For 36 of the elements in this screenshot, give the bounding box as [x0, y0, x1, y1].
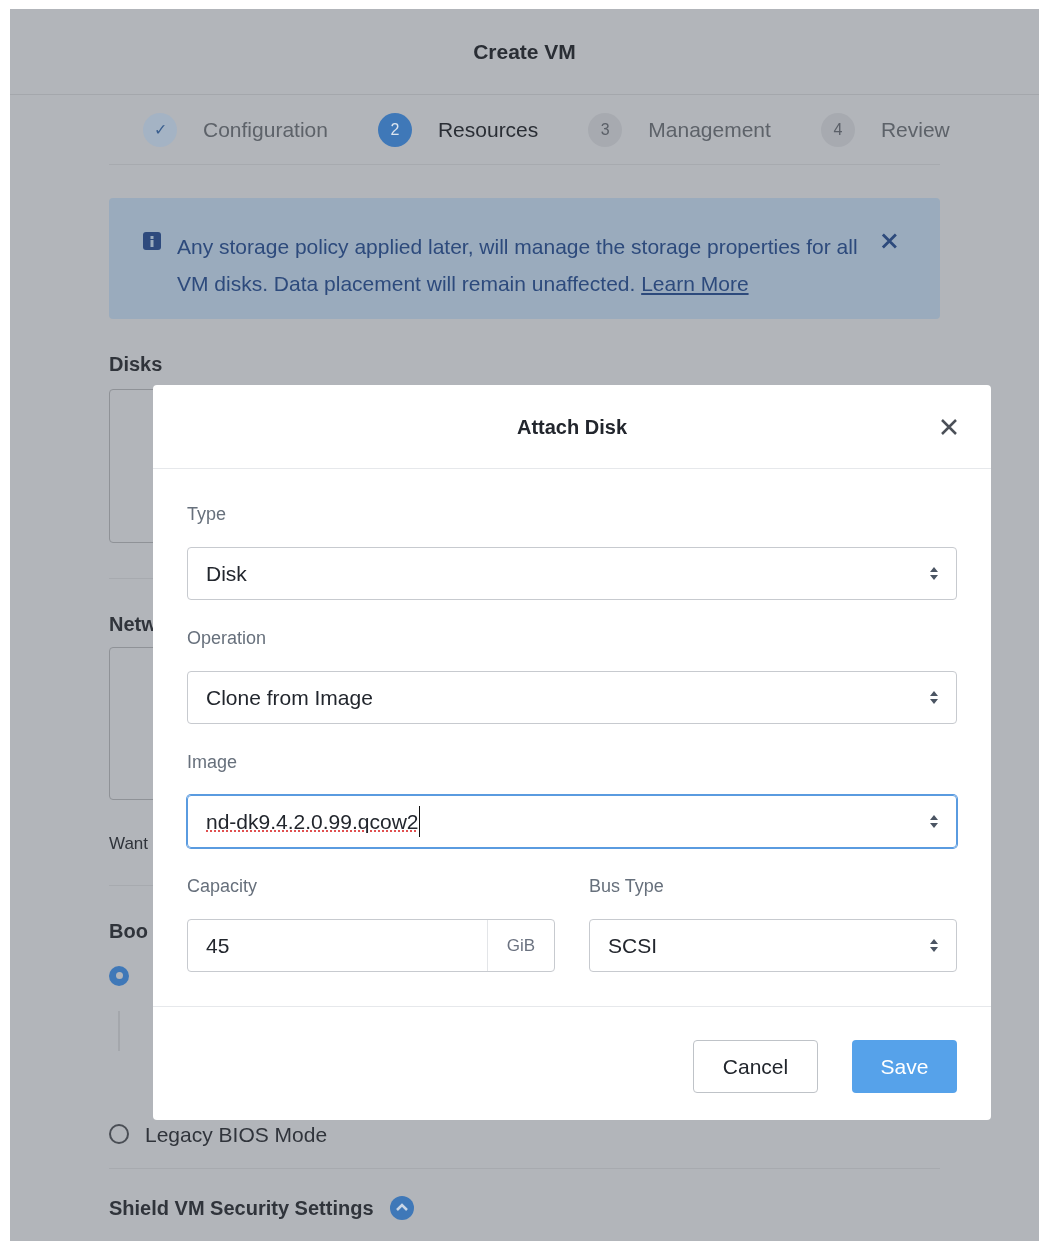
- step-marker: 3: [588, 112, 623, 147]
- banner-message: Any storage policy applied later, will manage the storage properties for all VM disks. Data placement will remain unaffected. Learn More: [177, 234, 859, 297]
- select-field[interactable]: nd-dk9.4.2.0.99.qcow2: [187, 795, 957, 848]
- close-icon[interactable]: [940, 417, 958, 436]
- wizard-step[interactable]: 2 Resources: [377, 112, 539, 147]
- radio-label: Legacy BIOS Mode: [145, 1121, 328, 1148]
- select-field[interactable]: Disk: [187, 547, 957, 600]
- unit-label: GiB: [487, 920, 554, 971]
- learn-more-link[interactable]: Learn More: [641, 272, 749, 295]
- section-heading: Disks: [109, 352, 164, 377]
- field-label: Capacity: [187, 875, 258, 898]
- chevron-up-icon[interactable]: [389, 1196, 414, 1220]
- section-heading: Shield VM Security Settings: [109, 1196, 374, 1221]
- radio-button[interactable]: [109, 965, 129, 986]
- section-heading: Boo: [109, 918, 148, 944]
- field-label: Image: [187, 751, 238, 774]
- dialog-title: Attach Disk: [517, 414, 627, 440]
- field-label: Operation: [187, 627, 267, 650]
- close-icon[interactable]: [881, 232, 898, 250]
- radio-button[interactable]: [109, 1124, 129, 1145]
- field-label: Bus Type: [589, 875, 664, 898]
- select-arrows-icon: [930, 567, 938, 580]
- network-hint: Want: [109, 833, 149, 855]
- field-label: Type: [187, 503, 227, 526]
- info-icon: [143, 232, 161, 250]
- page-title: Create VM: [473, 38, 576, 65]
- select-arrows-icon: [930, 939, 938, 952]
- select-arrows-icon: [930, 691, 938, 704]
- select-field[interactable]: SCSI: [589, 919, 957, 972]
- select-arrows-icon: [930, 815, 938, 828]
- select-field[interactable]: Clone from Image: [187, 671, 957, 724]
- step-marker: 4: [820, 112, 855, 147]
- cancel-button[interactable]: Cancel: [693, 1040, 818, 1093]
- step-marker: ✓: [143, 112, 177, 147]
- step-marker: 2: [377, 112, 412, 147]
- capacity-field[interactable]: 45 GiB: [187, 919, 555, 972]
